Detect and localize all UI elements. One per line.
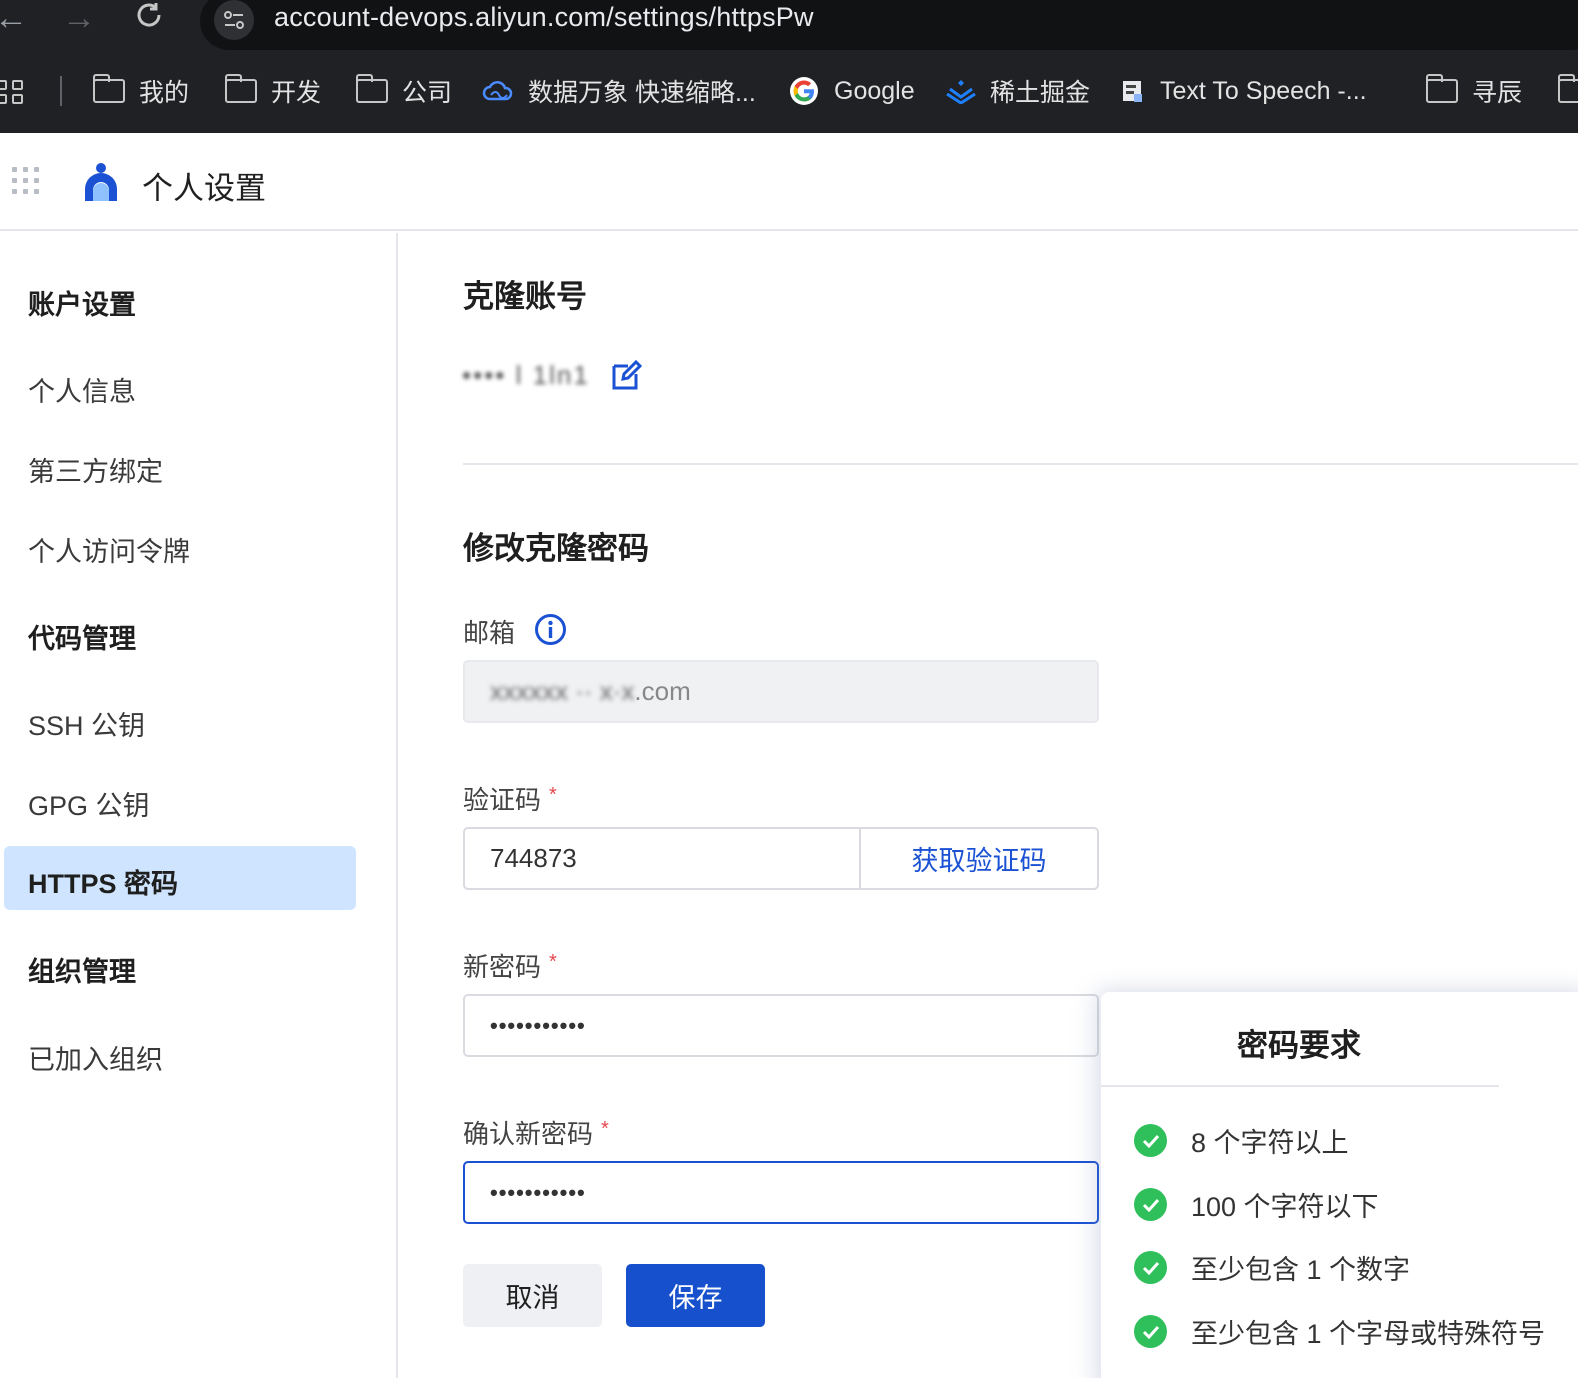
app-switcher-icon[interactable] [12,167,42,197]
sidebar-group-account: 账户设置 [28,290,136,320]
app-header: 个人设置 [0,133,1578,231]
popover-title: 密码要求 [1237,1028,1361,1063]
sidebar-item-gpg-key[interactable]: GPG 公钥 [28,784,150,823]
bookmark-item[interactable]: 公司 [355,70,452,112]
email-masked-text: xxxxxx ·· x·x [490,676,635,706]
requirement-item: 至少包含 1 个字母或特殊符号 [1134,1312,1545,1351]
new-password-label: 新密码 * [463,951,557,982]
bookmarks-bar: 我的 开发 公司 数据万象 快速缩略... Google 稀土掘金 Text T… [0,70,1578,112]
folder-icon [224,74,257,103]
reload-icon[interactable] [134,0,164,40]
clone-username: •••• l 1ln1 [462,360,590,390]
get-code-button[interactable]: 获取验证码 [859,827,1099,890]
requirement-item: 至少包含 1 个数字 [1134,1248,1410,1287]
email-suffix-text: .com [634,676,691,706]
tts-icon [1120,78,1146,104]
site-settings-icon[interactable] [214,0,254,40]
sidebar-item-access-token[interactable]: 个人访问令牌 [28,530,190,569]
check-circle-icon [1134,1251,1167,1284]
url-text[interactable]: account-devops.aliyun.com/settings/https… [274,2,814,33]
bookmark-item[interactable]: Google [788,70,915,112]
cloud-icon [482,79,514,103]
juejin-icon [946,78,976,104]
sidebar-item-label: HTTPS 密码 [28,869,179,899]
forward-arrow-icon[interactable]: → [62,0,96,40]
email-label: 邮箱 [463,618,516,648]
page-title: 个人设置 [142,171,266,206]
sidebar-item-joined-orgs[interactable]: 已加入组织 [28,1038,163,1077]
sidebar-item-profile[interactable]: 个人信息 [28,370,136,409]
back-arrow-icon[interactable]: ← [0,0,28,40]
requirement-item: 8 个字符以上 [1134,1121,1349,1160]
sidebar-item-ssh-key[interactable]: SSH 公钥 [28,704,145,743]
check-circle-icon [1134,1188,1167,1221]
bookmark-item[interactable]: 我的 [92,70,189,112]
cancel-button[interactable]: 取消 [463,1264,602,1327]
devops-logo-icon[interactable] [82,161,120,203]
bookmark-item[interactable]: 数据万象 快速缩略... [482,70,756,112]
required-mark: * [601,1118,609,1140]
sidebar-item-third-party[interactable]: 第三方绑定 [28,450,163,489]
bookmark-item[interactable]: 寻辰 [1425,70,1522,112]
folder-icon [92,74,125,103]
sidebar-group-code: 代码管理 [28,624,136,654]
section-divider [463,463,1578,465]
clone-account-title: 克隆账号 [463,279,587,314]
bookmark-item[interactable]: 稀土掘金 [946,70,1090,112]
verification-code-input[interactable]: 744873 [463,827,861,890]
check-circle-icon [1134,1315,1167,1348]
requirement-item: 100 个字符以下 [1134,1185,1379,1224]
save-button[interactable]: 保存 [626,1264,765,1327]
folder-icon [1557,74,1578,103]
required-mark: * [549,951,557,973]
new-password-input[interactable]: ••••••••••• [463,994,1099,1057]
confirm-password-label: 确认新密码 * [463,1118,609,1149]
check-circle-icon [1134,1124,1167,1157]
change-password-title: 修改克隆密码 [463,531,649,566]
google-icon [788,75,820,107]
code-label: 验证码 * [463,784,557,815]
email-field: xxxxxx ·· x·x .com [463,660,1099,723]
confirm-password-input[interactable]: ••••••••••• [463,1161,1099,1224]
folder-icon [355,74,388,103]
sidebar-group-org: 组织管理 [28,957,136,987]
bookmark-item[interactable]: Text To Speech -... [1120,70,1367,112]
browser-chrome: ← → account-devops.aliyun.com/settings/h… [0,0,1578,133]
info-icon[interactable] [534,613,567,646]
folder-icon [1425,74,1458,103]
popover-divider [1101,1085,1499,1087]
bookmark-overflow[interactable] [1557,70,1578,112]
required-mark: * [549,784,557,806]
bookmark-item[interactable]: 开发 [224,70,321,112]
edit-icon[interactable] [610,360,642,392]
